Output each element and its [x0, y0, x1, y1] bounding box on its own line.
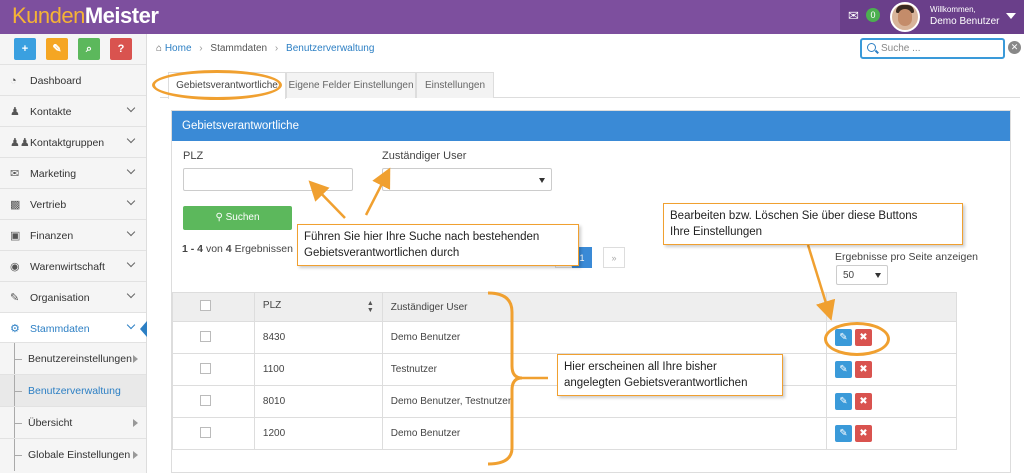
envelope-icon: ✉: [10, 168, 20, 180]
table-header: PLZ ▲ ▼ Zuständiger User: [172, 292, 957, 322]
sidebar-item-warenwirtschaft[interactable]: ◉ Warenwirtschaft: [0, 250, 146, 281]
chevron-down-icon[interactable]: [1006, 13, 1016, 19]
tab-bar: Gebietsverantwortliche Eigene Felder Ein…: [160, 72, 1020, 99]
plz-input[interactable]: [183, 168, 353, 191]
edit-icon: ✎: [10, 292, 20, 304]
chevron-down-icon: [126, 196, 136, 206]
search-icon: [867, 43, 876, 52]
user-select[interactable]: [382, 168, 552, 191]
sidebar-item-organisation[interactable]: ✎ Organisation: [0, 281, 146, 312]
dashboard-icon: ◔: [10, 75, 17, 87]
results-summary: 1 - 4 von 4 Ergebnissen: [182, 243, 293, 255]
search-icon: ⚲: [215, 212, 223, 223]
column-user: Zuständiger User: [381, 292, 828, 322]
chevron-down-icon: [126, 165, 136, 175]
column-plz[interactable]: PLZ ▲ ▼: [253, 292, 383, 322]
sidebar: + ✎ ⌕ ? ◔ Dashboard ♟ Kontakte ♟♟ Kontak…: [0, 34, 147, 473]
edit-icon[interactable]: ✎: [835, 361, 852, 378]
edit-icon[interactable]: ✎: [835, 393, 852, 410]
breadcrumb-home[interactable]: Home: [165, 43, 192, 54]
user-icon: ♟: [10, 106, 20, 118]
edit-icon[interactable]: ✎: [835, 425, 852, 442]
top-bar: KundenMeister ✉ 0 Willkommen, Demo Benut…: [0, 0, 1024, 34]
sort-icon: ▲ ▼: [366, 300, 374, 314]
select-all-checkbox[interactable]: [200, 300, 211, 311]
users-icon: ♟♟: [10, 137, 30, 149]
row-checkbox[interactable]: [200, 330, 211, 342]
search-hint-callout: Führen Sie hier Ihre Suche nach bestehen…: [297, 224, 579, 266]
per-page-label: Ergebnisse pro Seite anzeigen: [835, 251, 979, 263]
home-icon[interactable]: ⌂: [156, 43, 162, 54]
row-actions: ✎ ✖: [835, 361, 879, 378]
sidebar-subitem-benutzerverwaltung[interactable]: Benutzerverwaltung: [0, 374, 146, 407]
money-icon: ▣: [10, 230, 21, 242]
trash-icon[interactable]: ✖: [855, 425, 872, 442]
chevron-down-icon: [126, 227, 136, 237]
cogs-icon: ⚙: [10, 323, 20, 335]
quick-message-button[interactable]: ✎: [46, 38, 68, 60]
sidebar-item-marketing[interactable]: ✉ Marketing: [0, 157, 146, 188]
gebietsverantwortliche-panel: Gebietsverantwortliche PLZ Zuständiger U…: [171, 110, 1011, 473]
chat-icon[interactable]: ✉: [848, 8, 859, 24]
trash-icon[interactable]: ✖: [855, 361, 872, 378]
sidebar-item-kontakte[interactable]: ♟ Kontakte: [0, 95, 146, 126]
row-checkbox[interactable]: [200, 394, 211, 406]
tab-eigene-felder[interactable]: Eigene Felder Einstellungen: [286, 72, 416, 98]
avatar[interactable]: [890, 2, 920, 32]
sidebar-item-stammdaten[interactable]: ⚙ Stammdaten: [0, 312, 147, 343]
quick-help-button[interactable]: ?: [110, 38, 132, 60]
panel-title: Gebietsverantwortliche: [172, 111, 1010, 141]
breadcrumb: ⌂ Home › Stammdaten › Benutzerverwaltung: [156, 43, 375, 54]
tab-einstellungen[interactable]: Einstellungen: [416, 72, 494, 98]
close-icon[interactable]: ✕: [1008, 41, 1021, 54]
sidebar-subitem-globale-einstellungen[interactable]: Globale Einstellungen: [0, 438, 146, 471]
sidebar-item-vertrieb[interactable]: ▩ Vertrieb: [0, 188, 146, 219]
globe-icon: ◉: [10, 261, 20, 273]
chevron-down-icon: [126, 134, 136, 144]
chevron-down-icon: [126, 320, 136, 330]
sidebar-subitem-uebersicht[interactable]: Übersicht: [0, 406, 146, 439]
chevron-down-icon: [126, 289, 136, 299]
row-checkbox[interactable]: [200, 426, 211, 438]
list-hint-callout: Hier erscheinen all Ihre bisher angelegt…: [557, 354, 783, 396]
search-input[interactable]: Suche ...: [860, 38, 1005, 59]
user-name[interactable]: Demo Benutzer: [930, 16, 999, 27]
tab-highlight-ring: [152, 70, 282, 100]
breadcrumb-benutzerverwaltung[interactable]: Benutzerverwaltung: [286, 43, 374, 54]
sidebar-item-finanzen[interactable]: ▣ Finanzen: [0, 219, 146, 250]
plz-label: PLZ: [183, 150, 204, 162]
chevron-down-icon: [126, 258, 136, 268]
chevron-right-icon: [133, 419, 138, 427]
search-button[interactable]: ⚲ Suchen: [183, 206, 292, 230]
user-label: Zuständiger User: [382, 150, 467, 162]
quick-search-button[interactable]: ⌕: [78, 38, 100, 60]
chevron-right-icon: [133, 355, 138, 363]
sidebar-item-kontaktgruppen[interactable]: ♟♟ Kontaktgruppen: [0, 126, 146, 157]
chevron-down-icon: [875, 273, 881, 278]
chevron-right-icon: [133, 451, 138, 459]
user-area: ✉ 0 Willkommen, Demo Benutzer: [840, 0, 1024, 34]
welcome-text: Willkommen,: [930, 5, 976, 14]
pager-next[interactable]: »: [603, 247, 625, 268]
breadcrumb-stammdaten[interactable]: Stammdaten: [210, 43, 267, 54]
chevron-down-icon: [126, 103, 136, 113]
app-logo[interactable]: KundenMeister: [12, 3, 159, 29]
buttons-highlight-ring: [824, 322, 890, 356]
sidebar-item-dashboard[interactable]: ◔ Dashboard: [0, 64, 146, 95]
row-checkbox[interactable]: [200, 362, 211, 374]
trash-icon[interactable]: ✖: [855, 393, 872, 410]
buttons-hint-callout: Bearbeiten bzw. Löschen Sie über diese B…: [663, 203, 963, 245]
chat-count-badge: 0: [866, 8, 880, 22]
quick-add-button[interactable]: +: [14, 38, 36, 60]
per-page-select[interactable]: 50: [836, 265, 888, 285]
bar-chart-icon: ▩: [10, 199, 21, 211]
row-actions: ✎ ✖: [835, 425, 879, 442]
row-actions: ✎ ✖: [835, 393, 879, 410]
sidebar-subitem-benutzereinstellungen[interactable]: Benutzereinstellungen: [0, 342, 146, 375]
chevron-down-icon: [539, 178, 545, 183]
